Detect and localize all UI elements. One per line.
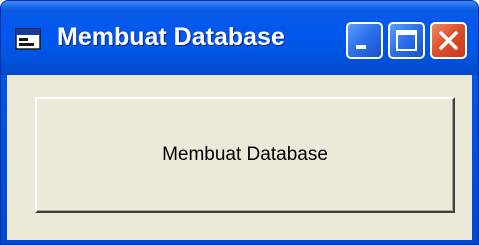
create-database-button[interactable]: Membuat Database <box>35 97 455 213</box>
app-window: Membuat Database Membuat Database <box>0 0 479 245</box>
close-button[interactable] <box>430 22 467 59</box>
create-database-button-label: Membuat Database <box>162 144 328 165</box>
window-title: Membuat Database <box>57 23 285 51</box>
form-client-area: Membuat Database <box>7 75 472 240</box>
maximize-icon <box>396 30 417 51</box>
form-icon[interactable] <box>15 27 41 51</box>
close-icon <box>439 31 458 50</box>
maximize-button[interactable] <box>388 22 425 59</box>
minimize-button[interactable] <box>346 22 383 59</box>
minimize-icon <box>356 45 366 49</box>
title-bar[interactable]: Membuat Database <box>1 1 478 75</box>
